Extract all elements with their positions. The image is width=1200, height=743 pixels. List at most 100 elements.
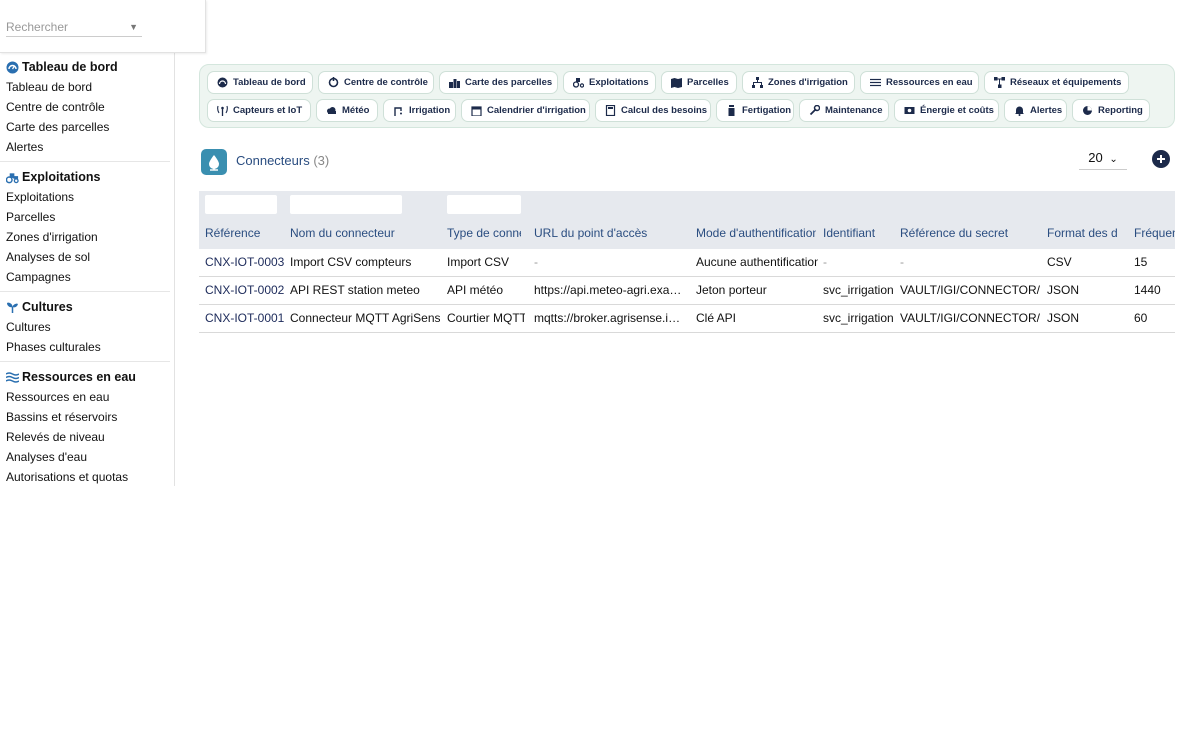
nav-button-calcul-des-besoins[interactable]: Calcul des besoins [595,99,711,122]
sidebar-item-ressources-en-eau[interactable]: Ressources en eau [0,387,170,407]
filter-reference[interactable] [205,195,277,214]
nav-button-alertes[interactable]: Alertes [1004,99,1067,122]
nav-button-tableau-de-bord[interactable]: Tableau de bord [207,71,313,94]
nav-button-reporting[interactable]: Reporting [1072,99,1150,122]
sidebar-item-analyses-de-sol[interactable]: Analyses de sol [0,247,170,267]
filter-type[interactable] [447,195,521,214]
nav-label: Ressources en eau [886,77,973,88]
sidebar-section-header[interactable]: Ressources en eau [0,367,170,387]
cell-reference[interactable]: CNX-IOT-0003 [205,255,285,269]
nav-button-exploitations[interactable]: Exploitations [563,71,656,94]
dashboard-icon [217,77,228,88]
control-icon [328,77,339,88]
nav-button-energie-couts[interactable]: Énergie et coûts [894,99,999,122]
nav-button-ressources-en-eau[interactable]: Ressources en eau [860,71,979,94]
sidebar-section-exploitations: Exploitations Exploitations Parcelles Zo… [0,162,170,292]
page-title: Connecteurs (3) [236,153,329,168]
column-header-secret[interactable]: Référence du secret [900,226,1040,240]
nav-button-centre-de-controle[interactable]: Centre de contrôle [318,71,434,94]
cell-type: Import CSV [447,255,510,269]
cell-identifiant: svc_irrigation [823,283,893,297]
connectors-table: Référence Nom du connecteur Type de conn… [199,191,1175,334]
column-header-authentification[interactable]: Mode d'authentification [696,226,816,240]
table-header: Référence Nom du connecteur Type de conn… [199,191,1175,250]
plus-icon [1157,155,1165,163]
cell-identifiant: svc_irrigation [823,311,893,325]
nav-label: Irrigation [409,105,451,116]
sidebar-item-zones-irrigation[interactable]: Zones d'irrigation [0,227,170,247]
sidebar-item-centre-de-controle[interactable]: Centre de contrôle [0,97,170,117]
sidebar-section-header[interactable]: Tableau de bord [0,57,170,77]
money-icon [904,105,915,116]
table-row[interactable]: CNX-IOT-0001 Connecteur MQTT AgriSense C… [199,305,1175,333]
cell-secret: VAULT/IGI/CONNECTOR/2 [900,283,1040,297]
sidebar-item-bassins-reservoirs[interactable]: Bassins et réservoirs [0,407,170,427]
cell-url: mqtts://broker.agrisense.io:8883 [534,311,682,325]
nav-button-irrigation[interactable]: Irrigation [383,99,456,122]
table-row[interactable]: CNX-IOT-0002 API REST station meteo API … [199,277,1175,305]
cell-frequence: 60 [1134,311,1148,325]
cell-url: https://api.meteo-agri.example.com/v1 [534,283,682,297]
faucet-icon [393,105,404,116]
add-button[interactable] [1152,150,1170,168]
nav-label: Maintenance [825,105,883,116]
tractor-icon [6,171,19,184]
sidebar-item-releves-de-niveau[interactable]: Relevés de niveau [0,427,170,447]
column-header-reference[interactable]: Référence [205,226,283,240]
sidebar-section-header[interactable]: Exploitations [0,167,170,187]
column-header-type[interactable]: Type de connecteur [447,226,521,240]
sidebar-item-campagnes[interactable]: Campagnes [0,267,170,287]
nav-label: Parcelles [687,77,729,88]
nav-label: Exploitations [589,77,649,88]
page-title-text: Connecteurs [236,153,310,168]
top-nav-panel: Tableau de bord Centre de contrôle Carte… [199,64,1175,128]
sidebar-item-phases-culturales[interactable]: Phases culturales [0,337,170,357]
column-header-identifiant[interactable]: Identifiant [823,226,893,240]
nav-label: Météo [342,105,370,116]
filter-nom[interactable] [290,195,402,214]
nav-button-zones-irrigation[interactable]: Zones d'irrigation [742,71,855,94]
column-header-frequence[interactable]: Fréquence [1134,226,1175,240]
sidebar-item-exploitations[interactable]: Exploitations [0,187,170,207]
sitemap-icon [752,77,763,88]
sidebar-item-parcelles[interactable]: Parcelles [0,207,170,227]
sidebar: Tableau de bord Tableau de bord Centre d… [0,52,175,486]
nav-button-calendrier-irrigation[interactable]: Calendrier d'irrigation [461,99,590,122]
cell-format: CSV [1047,255,1072,269]
sidebar-item-alertes[interactable]: Alertes [0,137,170,157]
nav-button-meteo[interactable]: Météo [316,99,378,122]
bottle-icon [726,105,737,116]
sidebar-item-tableau-de-bord[interactable]: Tableau de bord [0,77,170,97]
column-header-format[interactable]: Format des données [1047,226,1117,240]
sidebar-item-cultures[interactable]: Cultures [0,317,170,337]
page-size-select[interactable]: 20 ⌄ [1079,150,1127,170]
cell-reference[interactable]: CNX-IOT-0002 [205,283,285,297]
cell-nom: API REST station meteo [290,283,420,297]
nav-button-capteurs-iot[interactable]: Capteurs et IoT [207,99,311,122]
record-count: (3) [313,153,330,168]
cell-reference[interactable]: CNX-IOT-0001 [205,311,285,325]
calendar-icon [471,105,482,116]
sidebar-item-carte-des-parcelles[interactable]: Carte des parcelles [0,117,170,137]
wrench-icon [809,105,820,116]
nav-button-reseaux-equipements[interactable]: Réseaux et équipements [984,71,1129,94]
sidebar-section-dashboard: Tableau de bord Tableau de bord Centre d… [0,52,170,162]
nav-button-carte-des-parcelles[interactable]: Carte des parcelles [439,71,558,94]
nav-button-parcelles[interactable]: Parcelles [661,71,737,94]
chevron-down-icon[interactable]: ▼ [129,18,138,36]
cell-secret: VAULT/IGI/CONNECTOR/1 [900,311,1040,325]
nav-button-maintenance[interactable]: Maintenance [799,99,889,122]
cell-frequence: 15 [1134,255,1148,269]
sidebar-item-analyses-eau[interactable]: Analyses d'eau [0,447,170,467]
table-row[interactable]: CNX-IOT-0003 Import CSV compteurs Import… [199,249,1175,277]
cell-format: JSON [1047,283,1080,297]
column-header-url[interactable]: URL du point d'accès [534,226,689,240]
search-input[interactable]: Rechercher ▼ [6,18,142,37]
cell-authentification: Jeton porteur [696,283,767,297]
tractor-icon [573,77,584,88]
column-header-nom[interactable]: Nom du connecteur [290,226,440,240]
nav-button-fertigation[interactable]: Fertigation [716,99,794,122]
sidebar-item-autorisations-quotas[interactable]: Autorisations et quotas [0,467,170,486]
sidebar-section-header[interactable]: Cultures [0,297,170,317]
sidebar-section-title: Tableau de bord [22,60,118,74]
